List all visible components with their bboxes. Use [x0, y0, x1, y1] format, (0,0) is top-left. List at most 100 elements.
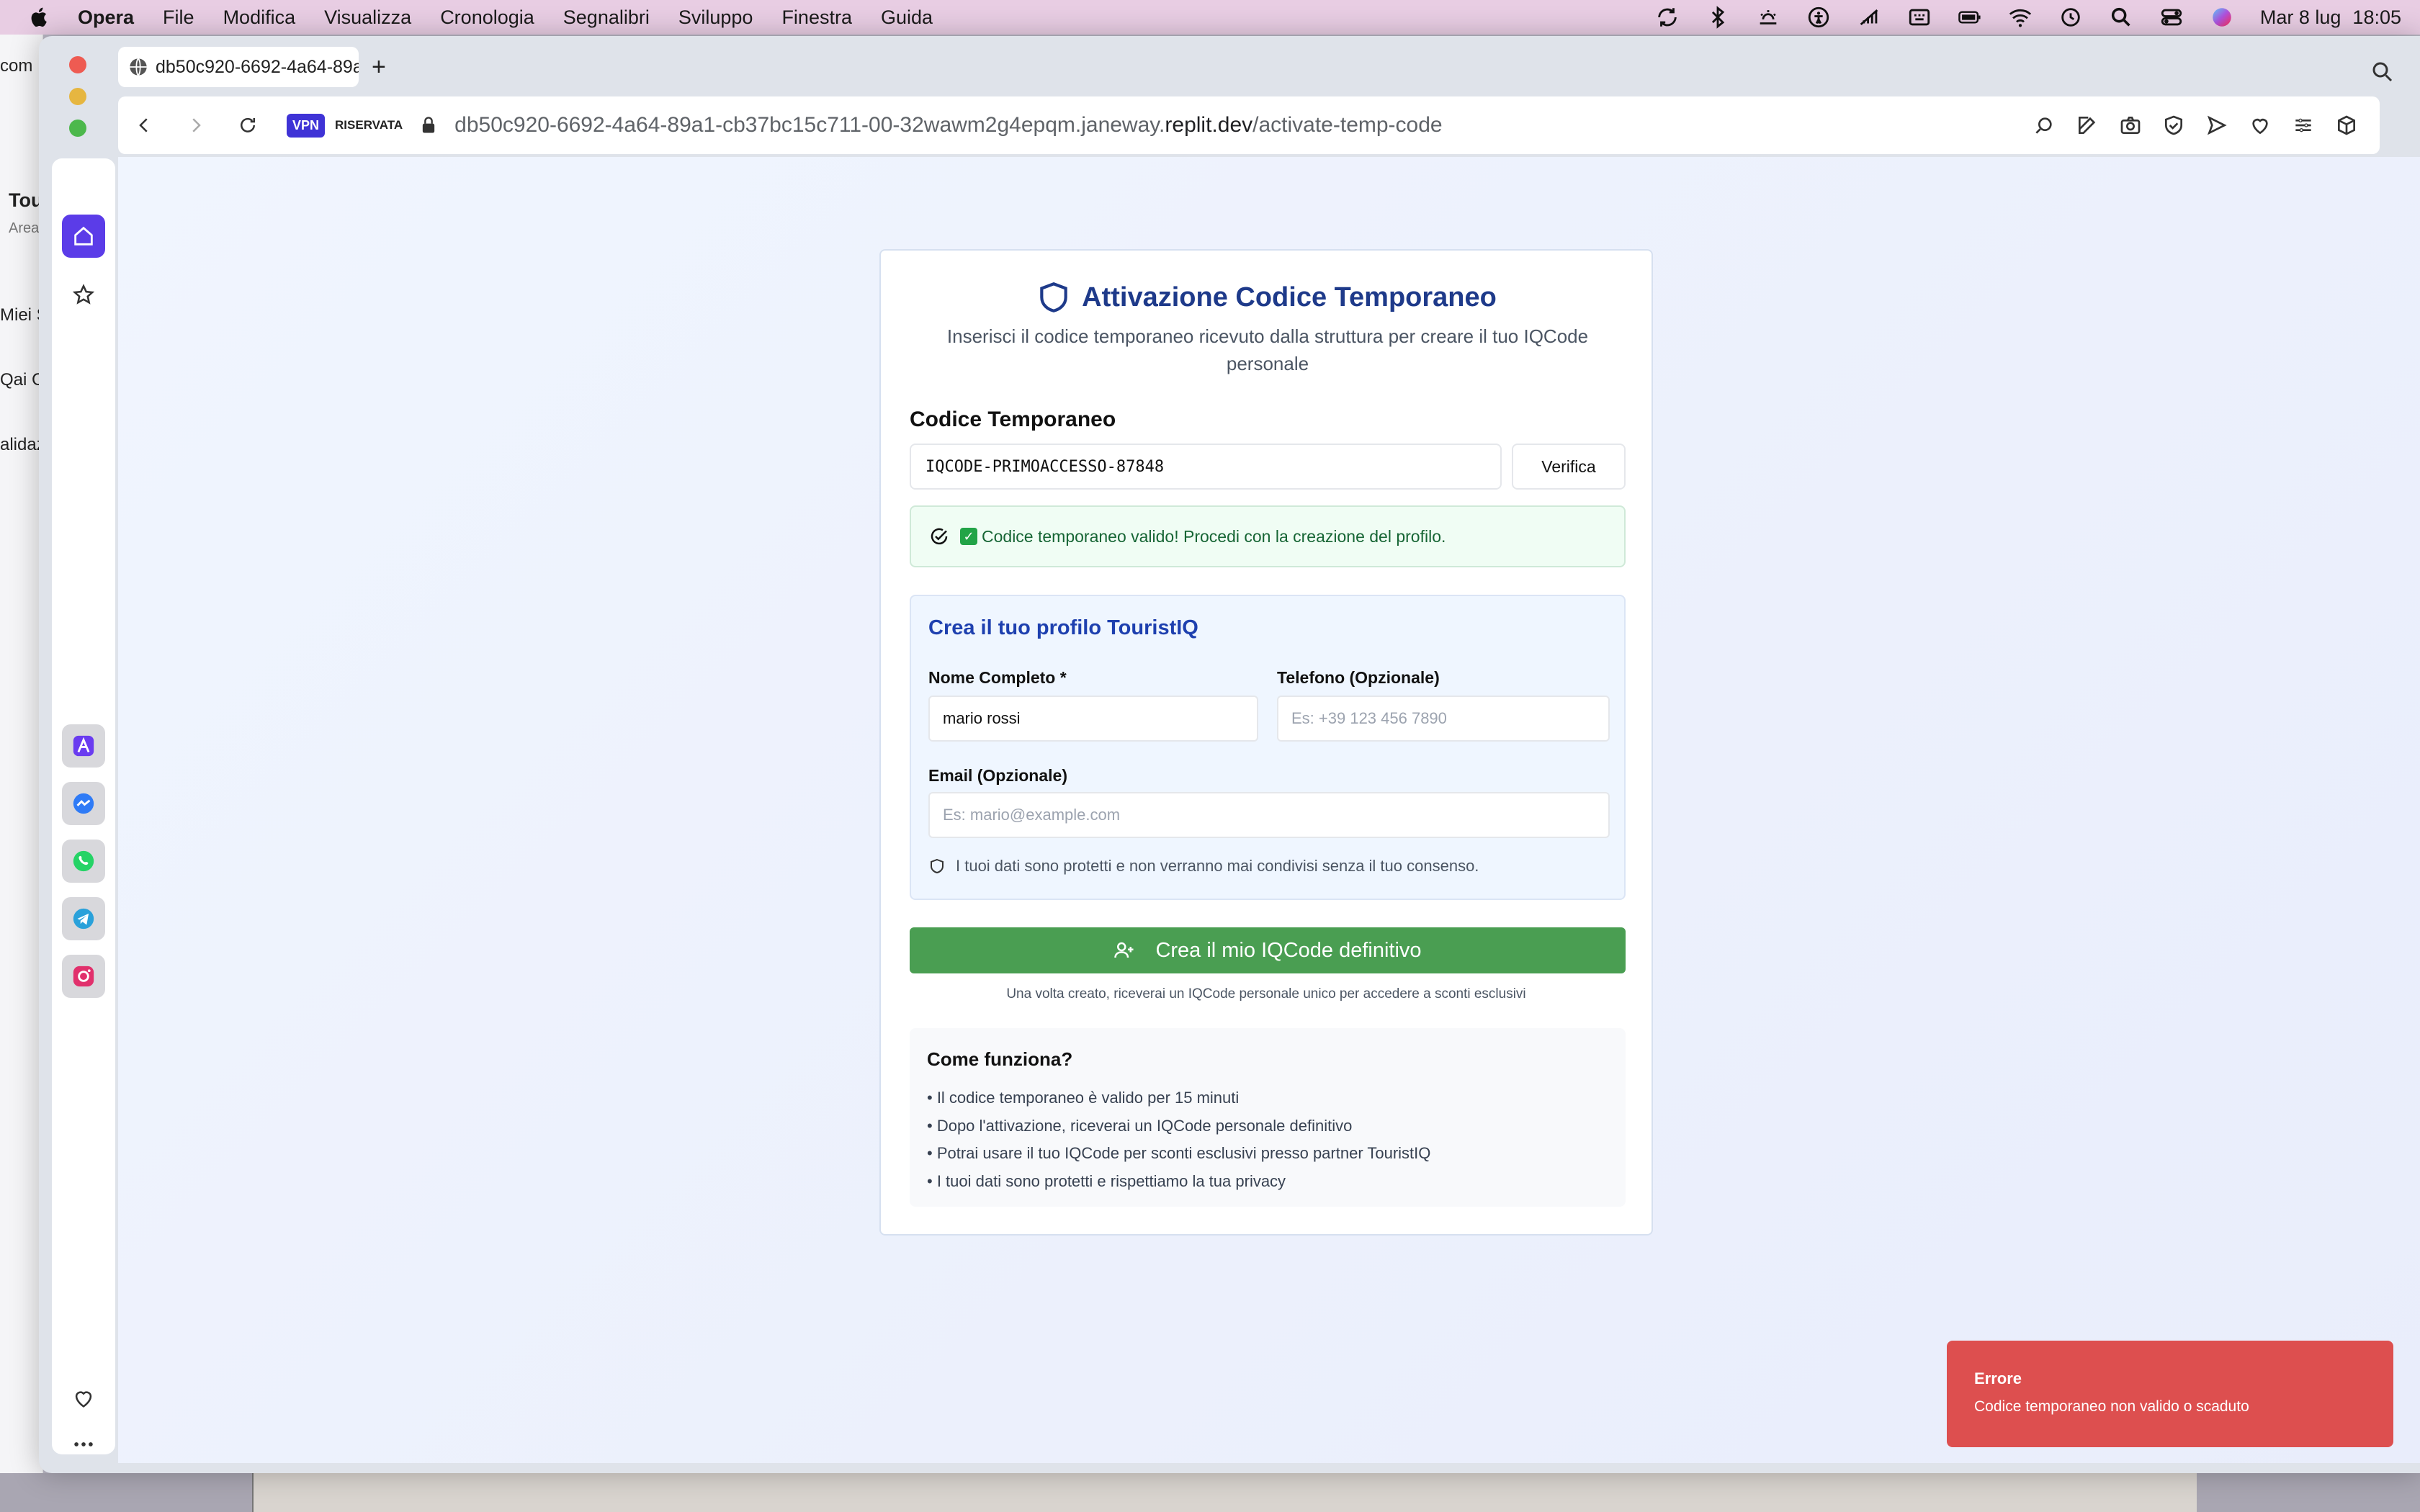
menu-finestra[interactable]: Finestra [781, 6, 852, 29]
verify-button[interactable]: Verifica [1512, 444, 1626, 490]
sidebar-aria-button[interactable] [62, 724, 105, 768]
browser-window: db50c920-6692-4a64-89a1- + VPN RISERVATA… [39, 36, 2420, 1473]
name-input[interactable]: mario rossi [928, 696, 1258, 742]
background-text: Tou [9, 189, 43, 211]
privacy-text: I tuoi dati sono protetti e non verranno… [956, 857, 1479, 875]
menubar-clock[interactable]: Mar 8 lug 18:05 [2260, 6, 2401, 29]
tab-title: db50c920-6692-4a64-89a1- [156, 56, 359, 77]
desktop-bottom-strip [0, 1473, 2420, 1512]
settings-sliders-icon[interactable] [2292, 114, 2315, 137]
weather-icon[interactable] [1756, 5, 1780, 30]
sidebar-favorites-button[interactable] [62, 1377, 105, 1420]
back-button[interactable] [118, 114, 170, 136]
background-text: Area [9, 220, 40, 236]
menu-modifica[interactable]: Modifica [223, 6, 296, 29]
send-icon[interactable] [2205, 114, 2228, 137]
time-machine-icon[interactable] [2058, 5, 2083, 30]
menu-visualizza[interactable]: Visualizza [324, 6, 411, 29]
control-center-icon[interactable] [2159, 5, 2184, 30]
apple-icon[interactable] [27, 5, 52, 30]
wifi-icon[interactable] [2008, 5, 2033, 30]
sidebar-whatsapp-button[interactable] [62, 840, 105, 883]
close-window-button[interactable] [69, 56, 86, 73]
list-item: • Il codice temporaneo è valido per 15 m… [927, 1089, 1240, 1107]
home-icon [74, 226, 93, 246]
telegram-icon [73, 908, 94, 930]
profile-title: Crea il tuo profilo TouristIQ [928, 616, 1198, 639]
shield-check-icon[interactable] [2162, 114, 2185, 137]
camera-icon[interactable] [2119, 114, 2142, 137]
web-page: Attivazione Codice Temporaneo Inserisci … [118, 157, 2420, 1463]
phone-input[interactable]: Es: +39 123 456 7890 [1277, 696, 1610, 742]
create-note: Una volta creato, riceverai un IQCode pe… [1006, 986, 1526, 1002]
zoom-window-button[interactable] [69, 120, 86, 137]
mute-icon[interactable] [1857, 5, 1881, 30]
sidebar-instagram-button[interactable] [62, 955, 105, 998]
name-label: Nome Completo * [928, 668, 1067, 687]
sidebar-messenger-button[interactable] [62, 782, 105, 825]
background-text: alidaz [0, 435, 43, 454]
lock-icon[interactable] [418, 115, 439, 135]
phone-label: Telefono (Opzionale) [1277, 668, 1440, 687]
forward-button[interactable] [170, 114, 222, 136]
siri-icon[interactable] [2210, 5, 2234, 30]
url-prefix: db50c920-6692-4a64-89a1-cb37bc15c711-00-… [454, 113, 1165, 137]
create-iqcode-button[interactable]: Crea il mio IQCode definitivo [910, 927, 1626, 973]
keyboard-icon[interactable] [1907, 5, 1932, 30]
background-window: com Tou Area Miei S Qai C alidaz [0, 35, 43, 1512]
find-icon[interactable] [2033, 114, 2056, 137]
success-message: Codice temporaneo valido! Procedi con la… [982, 526, 1446, 546]
list-item: • Dopo l'attivazione, riceverai un IQCod… [927, 1116, 1353, 1135]
page-title: Attivazione Codice Temporaneo [1082, 282, 1497, 312]
page-subtitle: Inserisci il codice temporaneo ricevuto … [946, 325, 1589, 374]
menu-sviluppo[interactable]: Sviluppo [678, 6, 753, 29]
toast-message: Codice temporaneo non valido o scaduto [1974, 1398, 2249, 1415]
vpn-badge[interactable]: VPN [287, 113, 326, 138]
window-controls [69, 56, 86, 137]
whatsapp-icon [73, 850, 94, 872]
url-domain: replit.dev [1165, 113, 1253, 137]
instagram-icon [73, 966, 94, 987]
new-tab-button[interactable]: + [372, 53, 386, 81]
how-it-works-box: Come funziona? • Il codice temporaneo è … [910, 1028, 1626, 1207]
address-bar: VPN RISERVATA db50c920-6692-4a64-89a1-cb… [118, 96, 2380, 154]
battery-icon[interactable] [1958, 5, 1982, 30]
minimize-window-button[interactable] [69, 88, 86, 105]
shield-icon [1040, 282, 1067, 312]
messenger-icon [73, 793, 94, 814]
tab-search-icon[interactable] [2370, 59, 2396, 85]
address-bar-tools [2033, 96, 2380, 154]
private-label: RISERVATA [335, 118, 403, 132]
chevron-right-icon [192, 118, 201, 132]
sidebar-home-button[interactable] [62, 215, 105, 258]
url-text[interactable]: db50c920-6692-4a64-89a1-cb37bc15c711-00-… [454, 113, 1442, 138]
shield-small-icon [931, 858, 944, 874]
menu-cronologia[interactable]: Cronologia [440, 6, 534, 29]
accessibility-icon[interactable] [1806, 5, 1831, 30]
menu-guida[interactable]: Guida [881, 6, 933, 29]
reload-button[interactable] [222, 114, 274, 136]
sync-icon[interactable] [1655, 5, 1680, 30]
sidebar-more-button[interactable] [62, 1423, 105, 1466]
edit-icon[interactable] [2076, 114, 2099, 137]
error-toast[interactable]: Errore Codice temporaneo non valido o sc… [1947, 1341, 2393, 1447]
temp-code-input[interactable]: IQCODE-PRIMOACCESSO-87848 [910, 444, 1502, 490]
mac-menubar: Opera File Modifica Visualizza Cronologi… [0, 0, 2420, 35]
email-label: Email (Opzionale) [928, 766, 1067, 785]
card-header: Attivazione Codice Temporaneo [881, 279, 1652, 315]
sidebar-pinboard-button[interactable] [62, 274, 105, 317]
menu-segnalibri[interactable]: Segnalibri [563, 6, 650, 29]
bluetooth-icon[interactable] [1706, 5, 1730, 30]
url-path: /activate-temp-code [1252, 113, 1443, 137]
menu-file[interactable]: File [163, 6, 194, 29]
menu-app-name[interactable]: Opera [78, 6, 134, 29]
list-item: • I tuoi dati sono protetti e rispettiam… [927, 1171, 1286, 1190]
background-window-edge [252, 1473, 2197, 1512]
sidebar-telegram-button[interactable] [62, 897, 105, 940]
email-input[interactable]: Es: mario@example.com [928, 792, 1610, 838]
extensions-cube-icon[interactable] [2335, 114, 2358, 137]
heart-outline-icon[interactable] [2249, 114, 2272, 137]
spotlight-search-icon[interactable] [2109, 5, 2133, 30]
tab-active[interactable]: db50c920-6692-4a64-89a1- [118, 47, 359, 87]
check-emoji-icon: ✓ [960, 528, 977, 545]
